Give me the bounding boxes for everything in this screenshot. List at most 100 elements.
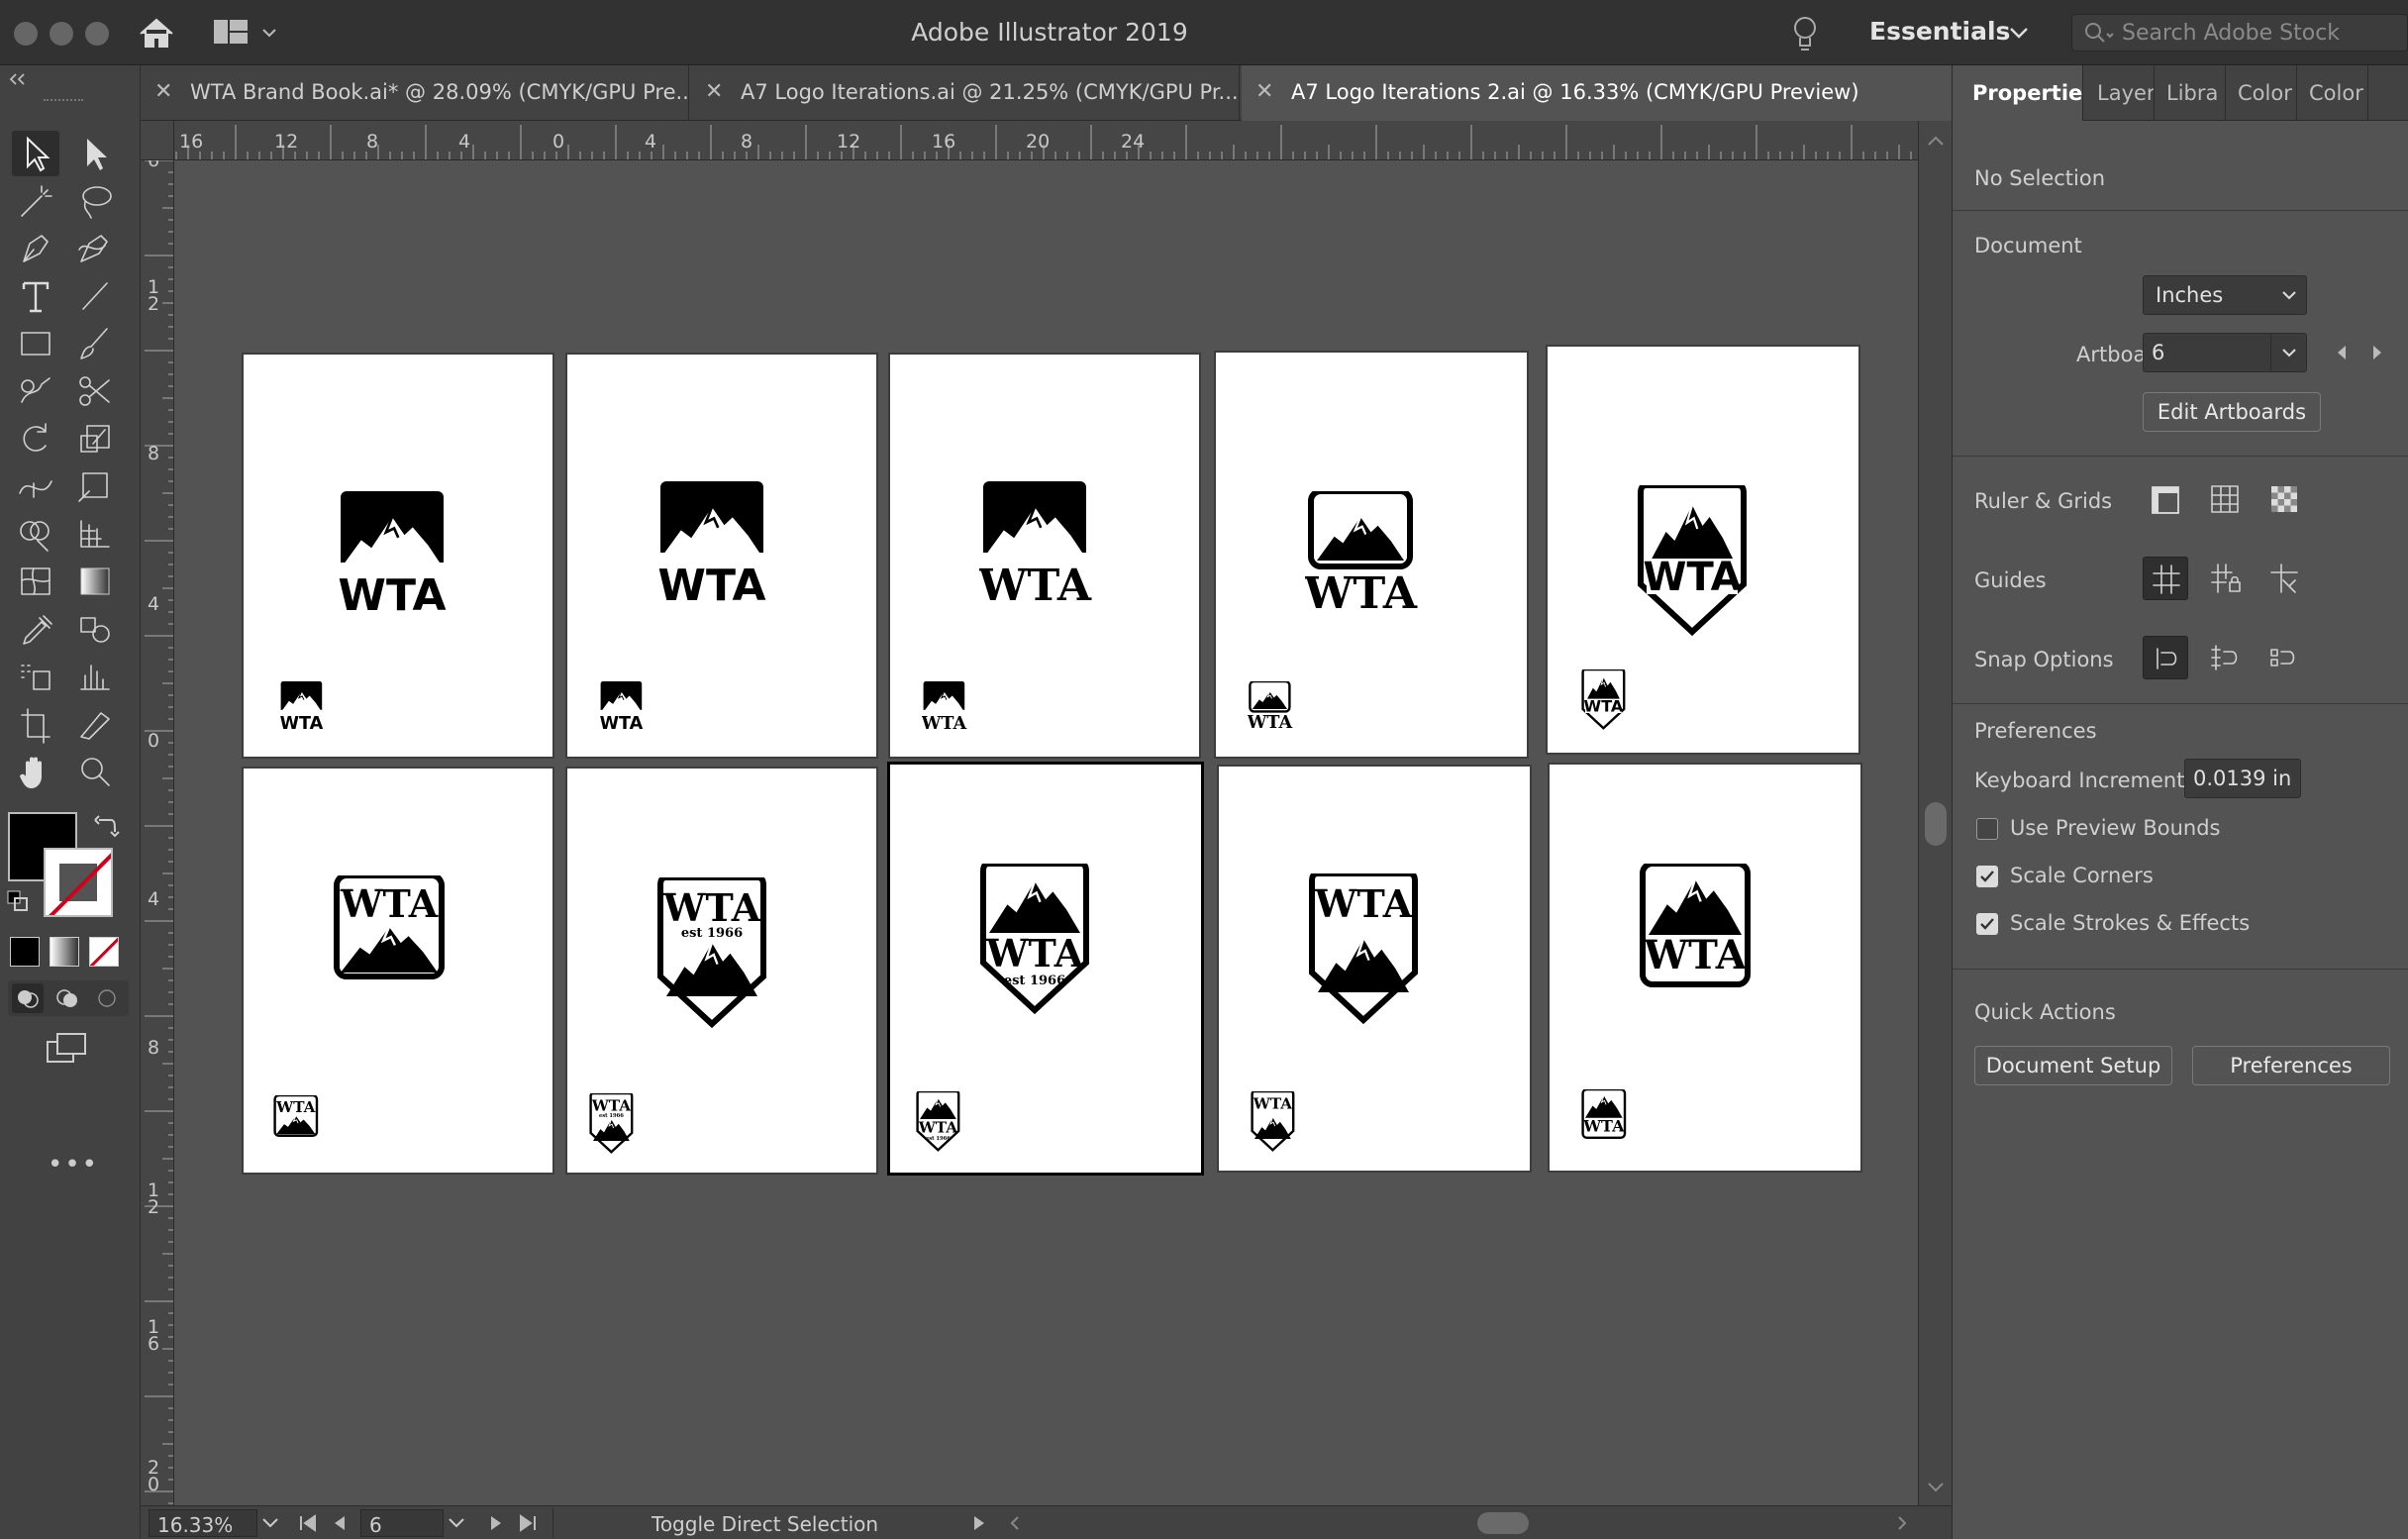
- draw-behind-icon[interactable]: [53, 984, 81, 1012]
- next-artboard-icon[interactable]: [487, 1514, 505, 1532]
- eyedropper-tool[interactable]: [12, 606, 59, 652]
- scissors-tool[interactable]: [71, 368, 119, 414]
- wta-logo[interactable]: WTA: [979, 481, 1098, 640]
- artboard-navigation-field[interactable]: 6: [360, 1509, 444, 1537]
- tab-libraries[interactable]: Libra: [2157, 65, 2226, 121]
- symbol-sprayer-tool[interactable]: [12, 654, 59, 699]
- use-preview-bounds-checkbox[interactable]: [1976, 818, 1998, 840]
- wta-logo[interactable]: WTA: [337, 491, 455, 650]
- panel-menu[interactable]: [2370, 65, 2408, 121]
- type-tool[interactable]: [12, 273, 59, 319]
- stroke-swatch[interactable]: [44, 848, 113, 917]
- shaper-tool[interactable]: [12, 368, 59, 414]
- magic-wand-tool[interactable]: [12, 178, 59, 224]
- scale-strokes-checkbox[interactable]: [1976, 913, 1998, 935]
- default-fill-stroke-icon[interactable]: [6, 889, 30, 913]
- tab-wta-brand-book[interactable]: ✕ WTA Brand Book.ai* @ 28.09% (CMYK/GPU …: [141, 65, 689, 121]
- chevron-down-icon[interactable]: [2008, 24, 2030, 42]
- blend-tool[interactable]: [71, 606, 119, 652]
- units-dropdown[interactable]: Inches: [2143, 275, 2307, 315]
- lock-guides-button[interactable]: [2202, 557, 2248, 600]
- wta-logo-small[interactable]: WTAest 1966: [589, 1093, 637, 1157]
- adobe-stock-search[interactable]: Search Adobe Stock: [2071, 14, 2408, 51]
- edit-artboards-button[interactable]: Edit Artboards: [2143, 392, 2321, 432]
- document-setup-button[interactable]: Document Setup: [1974, 1046, 2172, 1085]
- gradient-mode-button[interactable]: [50, 937, 79, 967]
- perspective-grid-tool[interactable]: [71, 511, 119, 557]
- artboard[interactable]: WTA WTA: [890, 355, 1199, 757]
- chevron-down-icon[interactable]: [446, 1516, 467, 1530]
- width-tool[interactable]: [12, 463, 59, 509]
- wta-logo-small[interactable]: WTA: [1581, 1089, 1629, 1153]
- rotate-tool[interactable]: [12, 416, 59, 462]
- scroll-right-icon[interactable]: [1893, 1514, 1911, 1532]
- preferences-button[interactable]: Preferences: [2192, 1046, 2390, 1085]
- hand-tool[interactable]: [12, 749, 59, 794]
- scroll-thumb[interactable]: [1925, 802, 1947, 846]
- artboard[interactable]: WTA WTA: [244, 769, 552, 1173]
- artboard[interactable]: WTA WTA: [567, 355, 876, 757]
- color-mode-button[interactable]: [10, 937, 40, 967]
- artboard-tool[interactable]: [12, 701, 59, 747]
- free-transform-tool[interactable]: [71, 463, 119, 509]
- toggle-rulers-button[interactable]: [2143, 477, 2188, 521]
- zoom-window-button[interactable]: [85, 22, 109, 46]
- toggle-guides-button[interactable]: [2143, 557, 2188, 600]
- artboard[interactable]: WTA WTA: [1216, 353, 1527, 757]
- wta-logo[interactable]: WTA: [333, 875, 452, 1034]
- toggle-transparency-grid-button[interactable]: [2261, 477, 2307, 521]
- next-artboard-icon[interactable]: [2368, 343, 2386, 362]
- artboard[interactable]: WTA est 1966 WTA est 1966: [567, 769, 876, 1173]
- paintbrush-tool[interactable]: [71, 321, 119, 366]
- tab-a7-logo-iterations-2[interactable]: ✕ A7 Logo Iterations 2.ai @ 16.33% (CMYK…: [1242, 65, 1978, 121]
- tab-properties[interactable]: Properties: [1953, 65, 2083, 121]
- selection-tool[interactable]: [12, 131, 59, 176]
- ruler-origin[interactable]: [141, 121, 174, 160]
- collapse-panel-icon[interactable]: [6, 71, 36, 87]
- keyboard-increment-input[interactable]: 0.0139 in: [2184, 759, 2301, 798]
- draw-inside-icon[interactable]: [93, 984, 121, 1012]
- vertical-ruler[interactable]: 6 12 8 4 0 4 8 12 16 20: [141, 160, 174, 1515]
- previous-artboard-icon[interactable]: [331, 1514, 349, 1532]
- canvas[interactable]: WTA WTA WTA WTA WTA WTA WTA WTA WTA WTA WTA WTA WTA e…: [174, 160, 1918, 1515]
- zoom-tool[interactable]: [71, 749, 119, 794]
- close-tab-icon[interactable]: ✕: [1255, 79, 1273, 104]
- toggle-grid-button[interactable]: [2202, 477, 2248, 521]
- lightbulb-icon[interactable]: [1790, 14, 1820, 53]
- swap-fill-stroke-icon[interactable]: [93, 812, 121, 840]
- wta-logo[interactable]: WTA: [1639, 864, 1757, 1022]
- wta-logo-small[interactable]: WTA: [922, 681, 969, 745]
- artboard[interactable]: WTA WTA: [244, 355, 552, 757]
- scroll-down-icon[interactable]: [1927, 1482, 1945, 1493]
- artboard[interactable]: WTA WTA: [1548, 347, 1858, 753]
- wta-logo-small[interactable]: WTAest 1966: [916, 1091, 963, 1155]
- rectangle-tool[interactable]: [12, 321, 59, 366]
- wta-logo-small[interactable]: WTA: [1581, 669, 1629, 733]
- chevron-down-icon[interactable]: [259, 1516, 281, 1530]
- artboard-dropdown[interactable]: 6: [2143, 333, 2307, 372]
- wta-logo[interactable]: WTAest 1966: [656, 877, 775, 1036]
- horizontal-ruler[interactable]: 016128404812162024: [141, 121, 1918, 160]
- slice-tool[interactable]: [71, 701, 119, 747]
- tab-color[interactable]: Color: [2228, 65, 2297, 121]
- horizontal-scroll-thumb[interactable]: [1477, 1512, 1529, 1534]
- wta-logo[interactable]: WTA: [656, 481, 775, 640]
- scroll-left-icon[interactable]: [1006, 1514, 1024, 1532]
- wta-logo[interactable]: WTA: [1637, 485, 1756, 644]
- scale-tool[interactable]: [71, 416, 119, 462]
- previous-artboard-icon[interactable]: [2333, 343, 2351, 362]
- smart-guides-button[interactable]: [2261, 557, 2307, 600]
- wta-logo[interactable]: WTAest 1966: [979, 864, 1098, 1022]
- wta-logo-small[interactable]: WTA: [599, 681, 647, 745]
- panel-grip[interactable]: [44, 99, 83, 103]
- wta-logo[interactable]: WTA: [1305, 491, 1424, 650]
- close-tab-icon[interactable]: ✕: [705, 79, 723, 104]
- search-input[interactable]: Search Adobe Stock: [2122, 21, 2340, 46]
- tab-color-guide[interactable]: Color: [2299, 65, 2368, 121]
- wta-logo[interactable]: WTA: [1308, 873, 1427, 1032]
- lasso-tool[interactable]: [71, 178, 119, 224]
- minimize-window-button[interactable]: [50, 22, 73, 46]
- none-mode-button[interactable]: [89, 937, 119, 967]
- scroll-up-icon[interactable]: [1927, 135, 1945, 147]
- curvature-tool[interactable]: [71, 226, 119, 271]
